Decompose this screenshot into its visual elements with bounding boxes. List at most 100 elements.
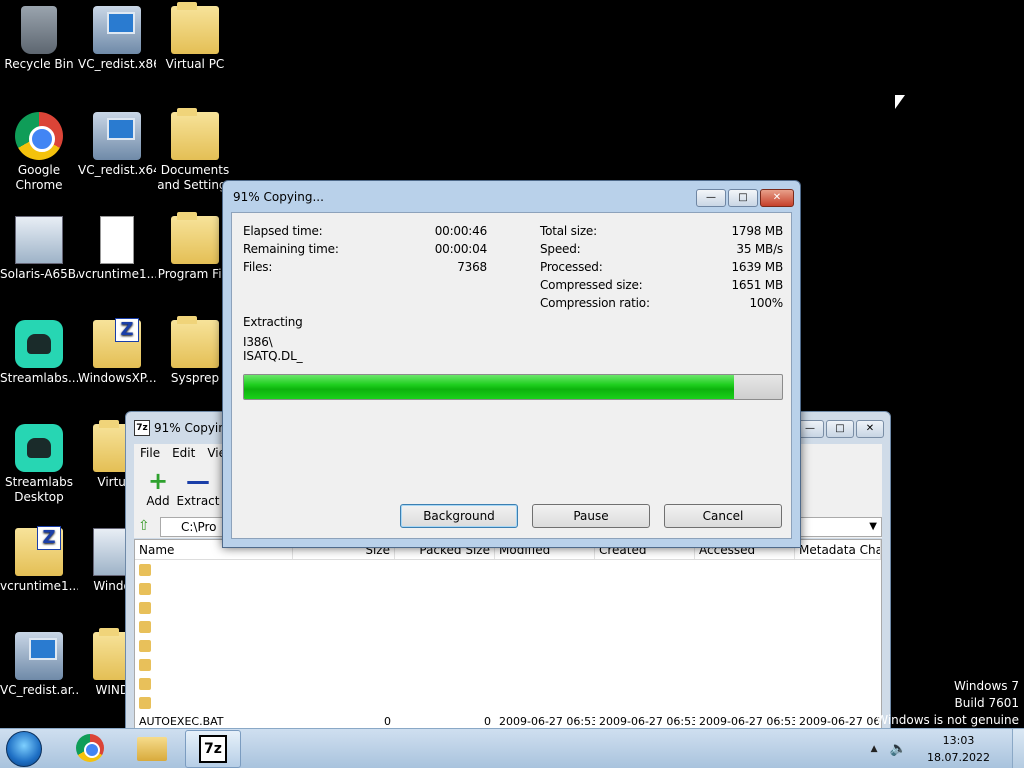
close-icon[interactable]: ✕ xyxy=(856,420,884,438)
plus-icon: + xyxy=(147,467,169,495)
zip-folder-icon xyxy=(15,526,63,576)
watermark-build: Build 7601 xyxy=(954,696,1019,710)
desktop-icon-solaris[interactable]: Solaris-A65BA xyxy=(0,216,78,282)
volume-icon[interactable]: 🔈 xyxy=(890,741,907,757)
desktop-icon-label: Recycle Bin xyxy=(4,57,74,71)
maximize-icon[interactable]: □ xyxy=(728,189,758,207)
file-list[interactable]: Name Size Packed Size Modified Created A… xyxy=(134,539,882,730)
chevron-down-icon[interactable]: ▼ xyxy=(869,518,877,536)
dialog-body: Elapsed time: 00:00:46 Remaining time: 0… xyxy=(231,212,792,539)
folder-icon xyxy=(171,108,219,160)
file-name: AUTOEXEC.BAT xyxy=(139,715,224,728)
pause-button[interactable]: Pause xyxy=(532,504,650,528)
table-row[interactable] xyxy=(135,579,881,598)
desktop-icon-streamlabs[interactable]: Streamlabs... xyxy=(0,320,78,386)
add-button[interactable]: + Add xyxy=(136,468,180,508)
desktop-icon-vcruntime-zip[interactable]: vcruntime1... xyxy=(0,526,78,594)
desktop-icon-label: Solaris-A65BA xyxy=(0,267,78,281)
table-row[interactable] xyxy=(135,693,881,712)
column-metadata[interactable]: Metadata Cha... xyxy=(795,540,881,559)
folder-icon xyxy=(139,582,151,595)
desktop-icon-recycle-bin[interactable]: Recycle Bin xyxy=(0,6,78,72)
up-folder-icon[interactable]: ⇧ xyxy=(138,518,156,536)
background-button[interactable]: Background xyxy=(400,504,518,528)
compressed-size-value: 1651 MB xyxy=(731,278,783,292)
desktop-icon-label: WindowsXP... xyxy=(78,371,156,385)
explorer-icon xyxy=(137,737,167,761)
folder-icon xyxy=(139,696,151,709)
file-size: 0 xyxy=(384,715,391,728)
menu-edit[interactable]: Edit xyxy=(172,446,195,460)
taskbar-7zip-button[interactable]: 7z xyxy=(185,730,241,768)
installer-icon xyxy=(15,632,63,680)
desktop-icon-vc-redist-x86[interactable]: VC_redist.x86 xyxy=(78,6,156,72)
remaining-time-label: Remaining time: xyxy=(243,242,339,256)
add-label: Add xyxy=(146,494,170,508)
table-row[interactable] xyxy=(135,674,881,693)
zip-folder-icon xyxy=(93,318,141,368)
streamlabs-icon xyxy=(15,424,63,472)
minimize-icon[interactable]: — xyxy=(696,189,726,207)
close-icon[interactable]: ✕ xyxy=(760,189,794,207)
processed-label: Processed: xyxy=(540,260,603,274)
total-size-value: 1798 MB xyxy=(731,224,783,238)
files-value: 7368 xyxy=(457,260,487,274)
desktop-icon-windowsxp[interactable]: WindowsXP... xyxy=(78,318,156,386)
desktop-icon-label: VC_redist.x86 xyxy=(78,57,156,71)
desktop-icon-streamlabs-desktop[interactable]: Streamlabs Desktop xyxy=(0,424,78,505)
table-row[interactable] xyxy=(135,655,881,674)
start-button[interactable] xyxy=(6,731,42,767)
desktop-icon-google-chrome[interactable]: Google Chrome xyxy=(0,112,78,193)
taskbar-chrome-button[interactable] xyxy=(62,730,118,768)
total-size-label: Total size: xyxy=(540,224,597,238)
desktop-icon-label: Google Chrome xyxy=(15,163,63,192)
speed-value: 35 MB/s xyxy=(736,242,783,256)
7zip-icon: 7z xyxy=(199,735,227,763)
dialog-title: 91% Copying... xyxy=(233,190,324,204)
desktop-icon-label: Streamlabs... xyxy=(0,371,78,385)
watermark-genuine: Windows is not genuine xyxy=(876,713,1019,727)
current-path-text: I386\ xyxy=(243,335,273,349)
folder-icon xyxy=(139,639,151,652)
compression-ratio-value: 100% xyxy=(749,296,783,310)
folder-icon xyxy=(171,2,219,54)
copy-progress-dialog[interactable]: 91% Copying... — □ ✕ Elapsed time: 00:00… xyxy=(222,180,801,548)
extract-button[interactable]: — Extract xyxy=(176,468,220,508)
path-text: C:\Pro xyxy=(181,520,217,534)
desktop-icon-label: Streamlabs Desktop xyxy=(5,475,73,504)
recycle-bin-icon xyxy=(21,6,57,54)
file-metadata: 2009-06-27 06:5 xyxy=(799,715,881,728)
remaining-time-value: 00:00:04 xyxy=(434,242,487,256)
show-hidden-icons-icon[interactable]: ▲ xyxy=(871,744,878,754)
desktop-icon-vc-redist-arm[interactable]: VC_redist.ar... xyxy=(0,632,78,698)
config-file-icon xyxy=(100,216,134,264)
menu-file[interactable]: File xyxy=(140,446,160,460)
table-row[interactable] xyxy=(135,636,881,655)
table-row[interactable] xyxy=(135,598,881,617)
file-packed-size: 0 xyxy=(484,715,491,728)
desktop-icon-vc-redist-x64[interactable]: VC_redist.x64 xyxy=(78,112,156,178)
maximize-icon[interactable]: □ xyxy=(826,420,854,438)
streamlabs-icon xyxy=(15,320,63,368)
folder-icon xyxy=(139,563,151,576)
taskbar-explorer-button[interactable] xyxy=(124,730,180,768)
desktop-icon-vcruntime-config[interactable]: vcruntime1... xyxy=(78,216,156,282)
folder-icon xyxy=(139,658,151,671)
desktop-icon-virtual-pc[interactable]: Virtual PC xyxy=(156,2,234,72)
minus-icon: — xyxy=(186,467,210,495)
taskbar: 7z ▲ 🔈 13:03 18.07.2022 xyxy=(0,728,1024,768)
folder-icon xyxy=(171,212,219,264)
current-file-text: ISATQ.DL_ xyxy=(243,349,303,363)
progress-bar-fill xyxy=(244,375,734,399)
clock[interactable]: 13:03 18.07.2022 xyxy=(927,732,990,766)
cancel-button[interactable]: Cancel xyxy=(664,504,782,528)
table-row[interactable] xyxy=(135,560,881,579)
table-row[interactable] xyxy=(135,617,881,636)
chrome-icon xyxy=(76,734,104,762)
installer-icon xyxy=(93,112,141,160)
desktop-icon-label: vcruntime1... xyxy=(0,579,78,593)
show-desktop-button[interactable] xyxy=(1012,729,1024,768)
chrome-icon xyxy=(15,112,63,160)
desktop-icon-label: VC_redist.ar... xyxy=(0,683,78,697)
file-created: 2009-06-27 06:53 xyxy=(599,715,695,728)
